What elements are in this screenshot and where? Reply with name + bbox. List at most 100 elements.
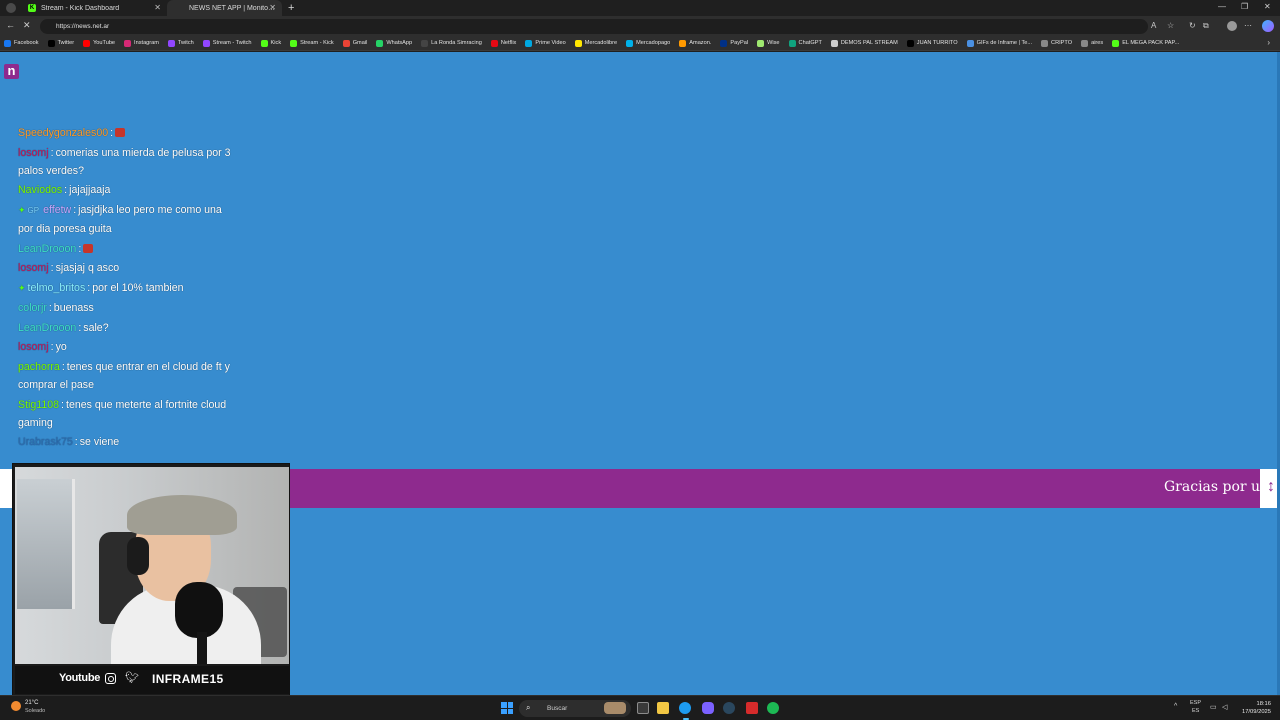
bookmark-item[interactable]: YouTube [83,39,115,47]
clock-time: 18:16 [1256,701,1271,707]
bookmark-item[interactable]: EL MEGA PACK PAP... [1112,39,1179,47]
bookmark-item[interactable]: WhatsApp [376,39,413,47]
copilot-icon[interactable] [1262,20,1274,32]
chat-username: pachorra [18,360,60,373]
volume-icon[interactable]: ◁ [1222,703,1227,711]
stop-loading-icon[interactable]: ✕ [23,20,31,31]
bookmark-label: WhatsApp [386,40,413,46]
up-down-arrow-icon[interactable]: ↕ [1267,478,1275,496]
bookmark-item[interactable]: Instagram [124,39,159,47]
bookmark-label: Kick [270,40,282,46]
weather-icon[interactable] [11,701,21,711]
bookmark-item[interactable]: CRIPTO [1041,39,1073,47]
bookmark-favicon-icon [720,39,728,47]
discord-icon[interactable] [702,702,714,714]
close-tab-icon[interactable]: ✕ [154,3,161,12]
chat-emote-icon [83,243,94,253]
bookmark-item[interactable]: PayPal [720,39,748,47]
search-icon: ⌕ [526,703,531,712]
chat-message: losomj: yo [18,338,233,356]
chat-message: Speedygonzales00: [18,124,233,142]
collections-icon[interactable]: ⧉ [1203,21,1209,31]
new-tab-button[interactable]: + [288,2,294,14]
windows-start-icon[interactable] [501,702,513,714]
chat-text: se viene [79,436,120,449]
close-window-icon[interactable]: ✕ [1264,2,1271,11]
close-tab-icon[interactable]: ✕ [269,3,276,12]
bookmark-label: ChatGPT [798,40,822,46]
bookmark-item[interactable]: Mercadolibre [574,39,618,47]
bookmark-label: Twitter [57,40,75,46]
chat-username: Speedygonzales00 [18,127,109,139]
bookmark-label: CRIPTO [1051,40,1073,46]
bookmark-item[interactable]: Gmail [342,39,367,47]
bookmark-item[interactable]: Prime Video [525,39,566,47]
chevron-up-icon[interactable]: ^ [1174,703,1177,710]
obs-icon[interactable] [746,702,758,714]
chat-message: Stig1108: tenes que meterte al fortnite c… [18,396,233,432]
chat-username: Naviodos [18,184,63,197]
restore-icon[interactable]: ❐ [1241,2,1248,11]
language-top[interactable]: ESP [1190,700,1201,706]
bookmark-item[interactable]: Twitter [47,39,75,47]
file-explorer-icon[interactable] [657,702,669,714]
bookmark-item[interactable]: aires [1081,39,1103,47]
chat-message: ✦ GP effetw: jasjdjka leo pero me como una … [18,201,233,238]
system-clock[interactable]: 18:16 17/09/2025 [1237,700,1271,716]
minimize-icon[interactable]: — [1218,2,1226,11]
chat-separator: : [78,242,82,255]
bookmark-item[interactable]: Amazon. [679,39,712,47]
spotify-icon[interactable] [767,702,779,714]
bookmark-label: Mercadolibre [584,40,618,46]
language-bottom[interactable]: ES [1192,708,1199,714]
bookmark-item[interactable]: Stream - Kick [290,39,334,47]
ticker-text: Gracias por u [1164,479,1261,495]
network-icon[interactable]: ▭ [1210,703,1217,711]
bookmark-item[interactable]: Netflix [490,39,516,47]
bookmark-item[interactable]: Wise [757,39,780,47]
bookmark-label: Amazon. [689,40,712,46]
bookmark-item[interactable]: DEMOS PAL STREAM [830,39,898,47]
chevron-right-icon[interactable]: › [1267,38,1270,47]
webcam-video [15,467,289,664]
chat-separator: : [64,184,68,197]
bookmark-item[interactable]: GIFs de Inframe | Te... [966,39,1033,47]
tab-kick-dashboard[interactable]: K Stream - Kick Dashboard ✕ [22,0,167,16]
more-menu-icon[interactable]: ⋯ [1244,21,1252,30]
edge-browser-icon[interactable] [679,702,691,714]
taskbar: 21°C Soleado Buscar ⌕ ^ ESP ES ▭ ◁ 18:16… [0,695,1280,720]
bookmark-favicon-icon [342,39,350,47]
bookmark-item[interactable]: Facebook [4,39,39,47]
bookmark-label: Wise [767,40,780,46]
tab-news-net-app[interactable]: NEWS NET APP | Monitoreo de n ✕ [167,0,282,16]
bookmark-label: Instagram [134,40,159,46]
page-content: n Speedygonzales00: losomj: comerias una m… [0,52,1280,695]
browser-menu-icon[interactable] [6,3,16,13]
bookmark-favicon-icon [525,39,533,47]
chat-username: effetw [43,204,72,217]
back-icon[interactable]: ← [6,20,15,30]
bookmark-item[interactable]: Kick [260,39,282,47]
bookmark-item[interactable]: La Ronda Simracing [421,39,482,47]
url-field[interactable]: https://news.net.ar [40,19,1148,34]
profile-avatar[interactable] [1227,21,1237,31]
bookmark-favicon-icon [626,39,634,47]
read-aloud-icon[interactable]: A [1151,21,1156,30]
chat-text: por el 10% tambien [92,282,184,295]
chat-text: comerias una mierda de pelusa por 3 palo… [18,146,231,177]
streamer-handle: INFRAME15 [152,672,224,686]
refresh-icon[interactable]: ↻ [1189,21,1196,30]
clock-date: 17/09/2025 [1241,709,1271,715]
bookmark-label: Twitch [177,40,194,46]
bookmark-label: GIFs de Inframe | Te... [976,40,1033,46]
bookmark-item[interactable]: Mercadopago [626,39,670,47]
bookmark-item[interactable]: ChatGPT [788,39,822,47]
task-view-icon[interactable] [637,702,649,714]
bookmark-item[interactable]: Twitch [167,39,194,47]
bookmark-item[interactable]: Stream - Twitch [202,39,252,47]
favorite-star-icon[interactable]: ☆ [1167,21,1174,30]
bookmark-favicon-icon [124,39,132,47]
youtube-label: Youtube [59,672,101,684]
bookmark-item[interactable]: JUAN TURRITO [906,39,958,47]
steam-icon[interactable] [723,702,735,714]
